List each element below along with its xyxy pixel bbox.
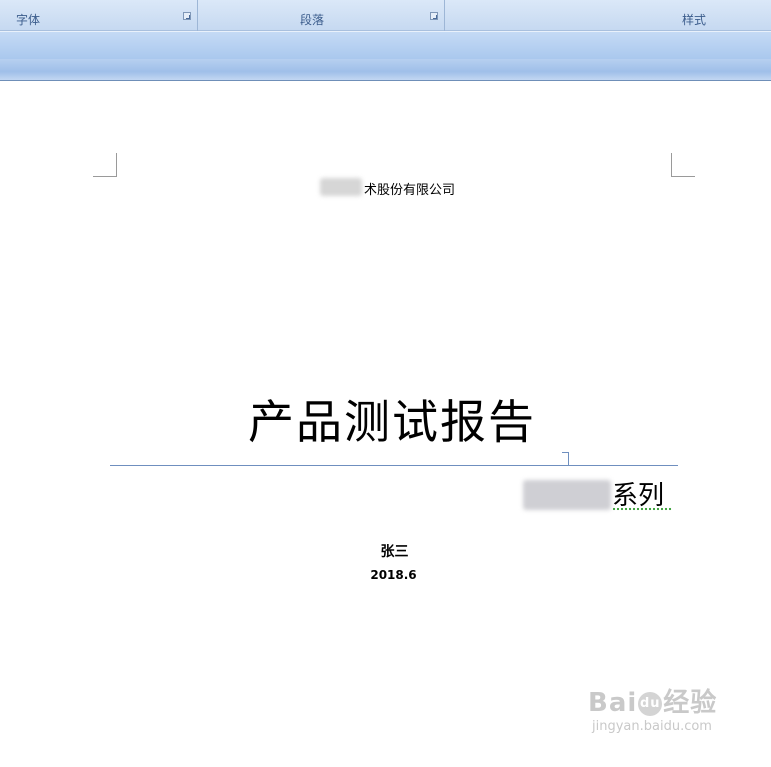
ribbon-lower-strip	[0, 31, 771, 59]
document-title: 产品测试报告	[248, 395, 536, 449]
ribbon-group-font: 字体	[0, 0, 198, 31]
document-page[interactable]: 术股份有限公司 产品测试报告 系列 张三 2018.6 Bai du 经验 jing…	[0, 82, 771, 767]
ribbon-group-bar: 字体 段落 样式	[0, 0, 771, 31]
ribbon-group-styles: 样式	[446, 0, 771, 31]
ribbon-group-font-label: 字体	[16, 13, 41, 27]
crop-mark-top-right	[671, 153, 695, 177]
ruler-area	[0, 59, 771, 81]
watermark-logo-right: 经验	[663, 688, 718, 718]
spellcheck-underline	[612, 507, 672, 511]
title-divider	[110, 465, 678, 466]
author-name: 张三	[380, 544, 409, 560]
paragraph-marker	[562, 452, 569, 465]
document-date: 2018.6	[370, 568, 417, 582]
watermark-url: jingyan.baidu.com	[592, 719, 712, 734]
paw-icon: du	[638, 691, 663, 716]
crop-mark-top-left	[93, 153, 117, 177]
ribbon-group-paragraph-label: 段落	[300, 13, 325, 27]
company-name: 术股份有限公司	[364, 183, 456, 198]
ribbon-group-paragraph: 段落	[199, 0, 445, 31]
baidu-jingyan-watermark: Bai du 经验 jingyan.baidu.com	[588, 682, 717, 734]
font-dialog-launcher-icon[interactable]	[183, 12, 191, 20]
watermark-logo-left: Bai	[588, 688, 638, 718]
redacted-subtitle-prefix	[523, 480, 611, 510]
ribbon-group-styles-label: 样式	[682, 13, 707, 27]
redacted-company-prefix	[320, 178, 362, 196]
watermark-logo: Bai du 经验	[588, 682, 717, 719]
paragraph-dialog-launcher-icon[interactable]	[430, 12, 438, 20]
